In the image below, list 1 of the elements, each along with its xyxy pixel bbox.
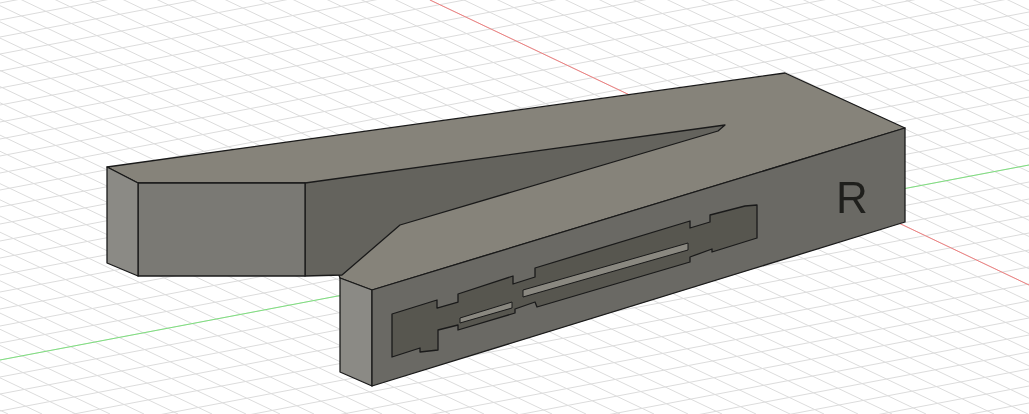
engraved-letter: R: [836, 173, 868, 222]
